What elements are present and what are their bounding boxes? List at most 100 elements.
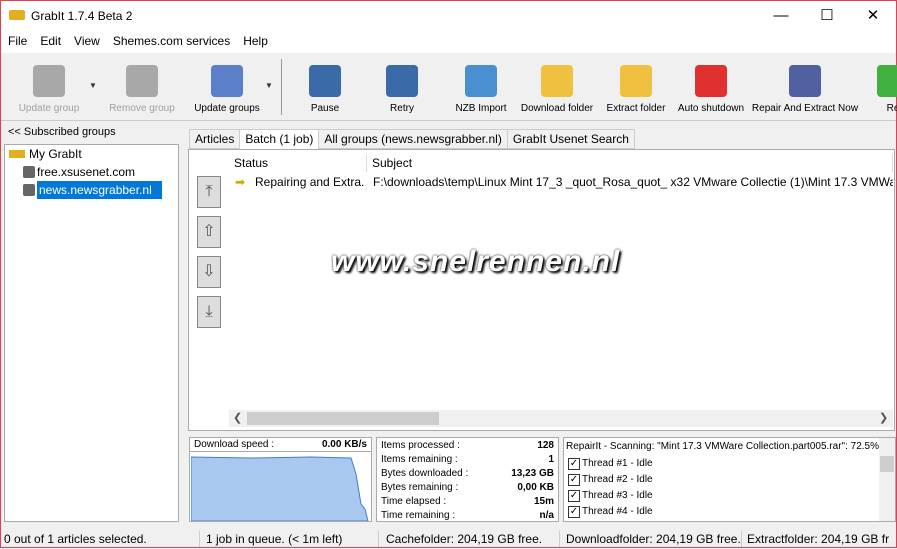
tree-label: My GrabIt	[29, 147, 82, 161]
scroll-left-icon[interactable]: ❮	[233, 411, 242, 424]
arrow-right-icon: ➡	[235, 175, 246, 189]
stat-row: Bytes remaining : 0,00 KB	[377, 481, 558, 495]
toolbar-button-remove-group[interactable]: Remove group	[101, 57, 183, 117]
status-cachefolder: Cachefolder: 204,19 GB free.	[386, 532, 543, 546]
menu-file[interactable]: File	[1, 31, 33, 48]
collapse-button[interactable]: <<	[8, 126, 21, 138]
stat-label: Items processed :	[381, 440, 460, 451]
toolbar-button-retry[interactable]: Retry	[375, 57, 429, 117]
move-up-button[interactable]: ⇧	[197, 216, 221, 248]
thread-checkbox[interactable]: ✓	[568, 506, 580, 518]
stat-value: 0,00 KB	[517, 482, 554, 493]
toolbar-label: Update group	[18, 103, 80, 114]
toolbar-button-auto-shutdown[interactable]: Auto shutdown	[676, 57, 746, 117]
toolbar-label: Download folder	[520, 103, 594, 114]
tree-node-free-xsusenet[interactable]: free.xsusenet.com	[5, 163, 178, 181]
scroll-thumb[interactable]	[880, 456, 894, 472]
move-bottom-button[interactable]: ⤓	[197, 296, 221, 328]
menu-bar: File Edit View Shemes.com services Help	[1, 31, 896, 53]
column-status[interactable]: Status	[229, 154, 367, 172]
job-row[interactable]: ➡ Repairing and Extra... F:\downloads\te…	[229, 173, 893, 191]
stat-row: Items remaining : 1	[377, 453, 558, 467]
tab-all-groups[interactable]: All groups (news.newsgrabber.nl)	[318, 129, 508, 149]
toolbar-separator	[281, 59, 282, 115]
pause-icon	[309, 65, 341, 97]
scroll-right-icon[interactable]: ❯	[879, 411, 888, 424]
toolbar-label: Pause	[310, 103, 340, 114]
move-down-button[interactable]: ⇩	[197, 256, 221, 288]
title-bar: GrabIt 1.7.4 Beta 2 — ☐ ✕	[1, 1, 896, 31]
stat-label: Bytes remaining :	[381, 482, 459, 493]
stat-label: Time elapsed :	[381, 496, 447, 507]
toolbar-label: Extract folder	[606, 103, 666, 114]
stat-label: Items remaining :	[381, 454, 458, 465]
threads-panel: RepairIt - Scanning: "Mint 17.3 VMWare C…	[563, 437, 896, 522]
stat-value: 128	[537, 440, 554, 451]
toolbar-label: NZB Import	[455, 103, 507, 114]
toolbar-button-repair-and-extract-now[interactable]: Repair And Extract Now	[751, 57, 859, 117]
menu-view[interactable]: View	[67, 31, 106, 48]
job-list: Status Subject ➡ Repairing and Extra... …	[229, 154, 893, 410]
menu-edit[interactable]: Edit	[33, 31, 67, 48]
tab-usenet-search[interactable]: GrabIt Usenet Search	[506, 129, 635, 149]
arrow-bottom-icon: ⤓	[205, 303, 213, 320]
tree-node-news-newsgrabber[interactable]: news.newsgrabber.nl	[5, 181, 178, 199]
thread-checkbox[interactable]: ✓	[568, 458, 580, 470]
update-group-dropdown-icon[interactable]: ▼	[89, 81, 97, 90]
tree-node-my-grabit[interactable]: My GrabIt	[5, 145, 178, 163]
status-queue: 1 job in queue. (< 1m left)	[206, 532, 343, 546]
thread-item: ✓ Thread #2 - Idle	[564, 472, 895, 488]
vertical-scrollbar[interactable]	[879, 438, 895, 521]
thread-checkbox[interactable]: ✓	[568, 474, 580, 486]
stat-value: n/a	[539, 510, 554, 521]
window-title: GrabIt 1.7.4 Beta 2	[31, 9, 133, 23]
toolbar-button-re[interactable]: Re	[873, 57, 897, 117]
toolbar-label: Repair And Extract Now	[751, 103, 859, 114]
group-tree: My GrabIt free.xsusenet.com news.newsgra…	[4, 144, 179, 522]
speed-panel: Download speed : 0.00 KB/s	[189, 437, 372, 522]
server-icon	[23, 184, 35, 196]
thread-checkbox[interactable]: ✓	[568, 490, 580, 502]
toolbar-button-nzb-import[interactable]: NZB Import	[449, 57, 513, 117]
menu-shemes[interactable]: Shemes.com services	[106, 31, 236, 48]
thread-item: ✓ Thread #4 - Idle	[564, 504, 895, 520]
toolbar-label: Update groups	[194, 103, 260, 114]
speed-label: Download speed :	[194, 439, 275, 450]
minimize-button[interactable]: —	[758, 1, 804, 31]
horizontal-scrollbar[interactable]: ❮ ❯	[229, 410, 893, 427]
stats-panel: Items processed : 128 Items remaining : 1 By…	[376, 437, 559, 522]
repair-and-extract-now-icon	[789, 65, 821, 97]
toolbar-button-extract-folder[interactable]: Extract folder	[599, 57, 673, 117]
maximize-button[interactable]: ☐	[804, 1, 850, 31]
update-groups-dropdown-icon[interactable]: ▼	[265, 81, 273, 90]
toolbar-button-pause[interactable]: Pause	[297, 57, 353, 117]
watermark: www.snelrennen.nl	[331, 245, 621, 278]
toolbar-label: Re	[886, 103, 897, 114]
stat-value: 1	[548, 454, 554, 465]
stat-row: Time elapsed : 15m	[377, 495, 558, 509]
arrow-top-icon: ⤒	[205, 183, 213, 200]
auto-shutdown-icon	[695, 65, 727, 97]
speed-value: 0.00 KB/s	[321, 439, 367, 450]
subscribed-groups-label: Subscribed groups	[23, 126, 116, 138]
grabit-icon	[9, 150, 25, 158]
tab-articles[interactable]: Articles	[189, 129, 241, 149]
toolbar-button-update-group[interactable]: Update group	[9, 57, 89, 117]
tab-batch[interactable]: Batch (1 job)	[239, 129, 320, 149]
scroll-thumb[interactable]	[247, 412, 439, 425]
stat-row: Items processed : 128	[377, 439, 558, 453]
close-button[interactable]: ✕	[850, 1, 896, 31]
toolbar-button-update-groups[interactable]: Update groups	[187, 57, 267, 117]
menu-help[interactable]: Help	[236, 31, 274, 48]
nzb-import-icon	[465, 65, 497, 97]
remove-group-icon	[126, 65, 158, 97]
stat-row: Bytes downloaded : 13,23 GB	[377, 467, 558, 481]
tree-label: news.newsgrabber.nl	[37, 181, 162, 199]
move-top-button[interactable]: ⤒	[197, 176, 221, 208]
download-folder-icon	[541, 65, 573, 97]
column-subject[interactable]: Subject	[367, 154, 893, 172]
toolbar-button-download-folder[interactable]: Download folder	[519, 57, 595, 117]
status-extractfolder: Extractfolder: 204,19 GB fr	[747, 532, 890, 546]
tab-bar: Articles Batch (1 job) All groups (news.ne…	[189, 129, 635, 149]
job-status: Repairing and Extra...	[255, 175, 365, 189]
